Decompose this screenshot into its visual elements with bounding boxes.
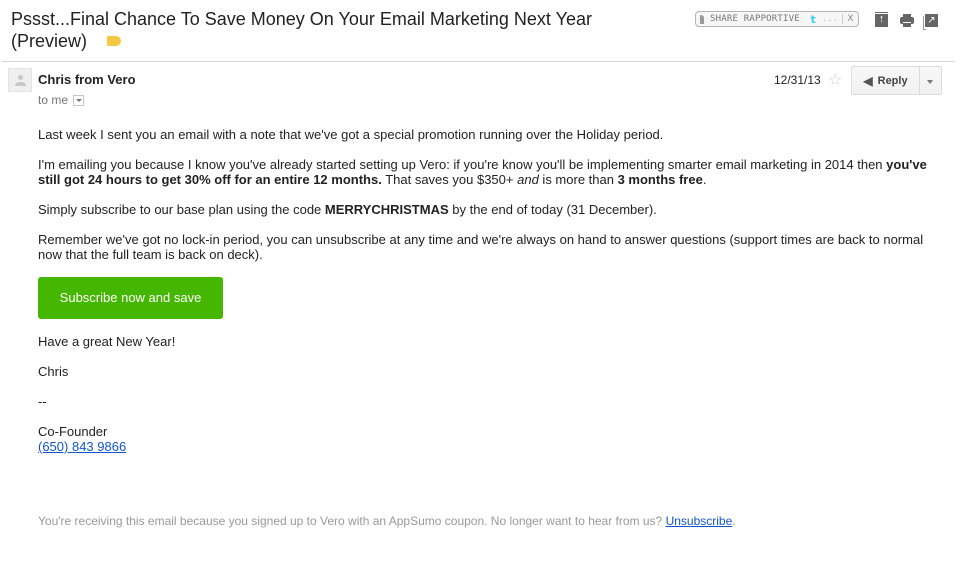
recipient-label: to me xyxy=(38,93,69,107)
reply-button[interactable]: ◀ Reply xyxy=(852,67,920,94)
header-divider xyxy=(2,61,955,62)
closing-line: Have a great New Year! xyxy=(38,334,176,349)
unsubscribe-link[interactable]: Unsubscribe xyxy=(666,514,733,528)
paragraph-intro: Last week I sent you an email with a not… xyxy=(38,127,664,142)
signature-name: Chris xyxy=(38,364,69,379)
open-in-new-window-icon[interactable] xyxy=(923,14,938,30)
text: by the end of today (31 December). xyxy=(448,202,657,217)
close-icon[interactable]: X xyxy=(842,14,858,24)
paragraph-code: Simply subscribe to our base plan using … xyxy=(38,202,938,217)
scroll-to-top-icon[interactable] xyxy=(875,12,888,27)
share-rapportive-label: SHARE RAPPORTIVE xyxy=(710,14,800,24)
subject-bar: Pssst...Final Chance To Save Money On Yo… xyxy=(11,8,671,52)
reply-arrow-icon: ◀ xyxy=(863,73,873,88)
sender-name[interactable]: Chris from Vero xyxy=(38,72,136,87)
signature-title: Co-Founder xyxy=(38,424,108,439)
italic-text: and xyxy=(517,172,539,187)
text: That saves you $350+ xyxy=(381,172,518,187)
message-toolbar xyxy=(875,12,938,30)
text: . xyxy=(702,172,707,187)
text: . xyxy=(732,514,736,528)
recipient-line: to me xyxy=(38,93,85,107)
reply-button-group: ◀ Reply xyxy=(851,66,942,95)
reply-label: Reply xyxy=(877,74,908,87)
more-options[interactable]: ... xyxy=(822,14,838,24)
phone-link[interactable]: (650) 843 9866 xyxy=(38,439,126,454)
signature-separator: -- xyxy=(38,394,47,409)
show-details-dropdown[interactable] xyxy=(73,94,85,106)
footer-text: You're receiving this email because you … xyxy=(38,514,666,528)
text: I'm emailing you because I know you've a… xyxy=(38,157,887,172)
text: Simply subscribe to our base plan using … xyxy=(38,202,325,217)
rapportive-logo-icon xyxy=(700,14,704,24)
more-actions-dropdown[interactable] xyxy=(920,67,941,94)
email-footer: You're receiving this email because you … xyxy=(38,514,736,528)
paragraph-offer: I'm emailing you because I know you've a… xyxy=(38,157,938,187)
important-label-icon[interactable] xyxy=(107,36,122,46)
email-subject: Pssst...Final Chance To Save Money On Yo… xyxy=(11,9,592,51)
message-body: Last week I sent you an email with a not… xyxy=(38,127,938,454)
paragraph-no-lockin: Remember we've got no lock-in period, yo… xyxy=(38,232,924,262)
share-rapportive-widget[interactable]: SHARE RAPPORTIVE t ... X xyxy=(695,11,859,27)
star-icon[interactable]: ☆ xyxy=(828,70,842,90)
subscribe-now-button[interactable]: Subscribe now and save xyxy=(38,277,223,319)
message-date: 12/31/13 xyxy=(774,73,821,87)
bold-text: 3 months free xyxy=(617,172,703,187)
print-icon[interactable] xyxy=(900,14,914,27)
sender-avatar[interactable] xyxy=(8,68,32,92)
text: is more than xyxy=(538,172,618,187)
promo-code: MERRYCHRISTMAS xyxy=(324,202,449,217)
twitter-icon[interactable]: t xyxy=(810,13,815,26)
